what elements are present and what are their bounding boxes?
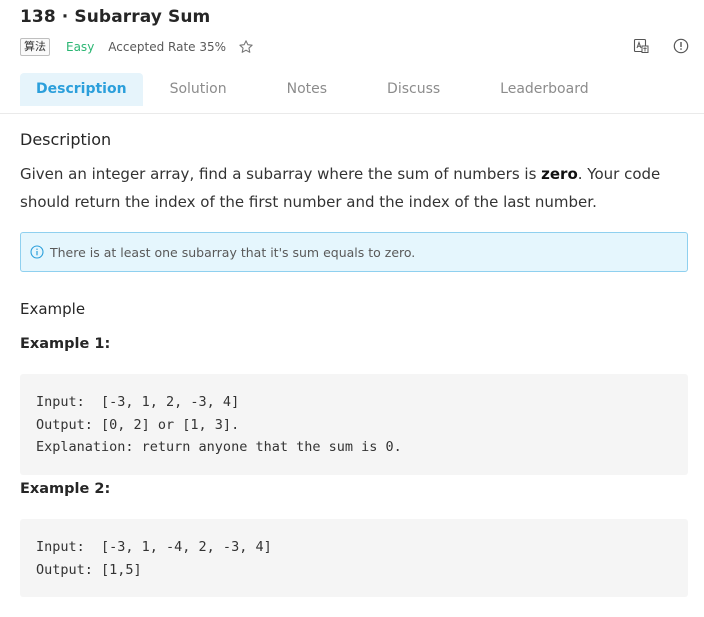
info-icon — [30, 245, 44, 259]
tab-discuss[interactable]: Discuss — [371, 73, 456, 106]
code-line: Explanation: return anyone that the sum … — [36, 439, 402, 455]
description-text-part: Given an integer array, find a subarray … — [20, 165, 542, 183]
example-2-code: Input: [-3, 1, -4, 2, -3, 4] Output: [1,5… — [20, 519, 688, 597]
tab-leaderboard[interactable]: Leaderboard — [484, 73, 604, 106]
star-outline-icon[interactable] — [238, 39, 254, 55]
description-text: Given an integer array, find a subarray … — [20, 160, 688, 216]
example-1-title: Example 1: — [20, 336, 111, 352]
code-line: Input: [-3, 1, -4, 2, -3, 4] — [36, 539, 272, 555]
description-heading: Description — [20, 130, 112, 149]
example-1-code: Input: [-3, 1, 2, -3, 4] Output: [0, 2] o… — [20, 374, 688, 475]
tab-description[interactable]: Description — [20, 73, 143, 106]
example-2-title: Example 2: — [20, 481, 111, 497]
tab-divider — [0, 113, 704, 114]
note-text: There is at least one subarray that it's… — [50, 244, 416, 260]
info-circle-icon[interactable] — [673, 38, 689, 54]
code-line: Output: [0, 2] or [1, 3]. — [36, 416, 240, 433]
translate-icon[interactable] — [633, 38, 649, 54]
code-line: Output: [1,5] — [36, 561, 142, 578]
tab-notes[interactable]: Notes — [271, 73, 343, 106]
category-tag[interactable]: 算法 — [20, 38, 50, 56]
example-heading: Example — [20, 300, 86, 318]
description-bold-word: zero — [541, 165, 578, 183]
difficulty-badge: Easy — [66, 40, 95, 54]
problem-title: 138 · Subarray Sum — [20, 7, 211, 27]
accepted-rate: Accepted Rate 35% — [108, 40, 227, 54]
tab-bar: Description Solution Notes Discuss Leade… — [20, 73, 617, 106]
note-box: There is at least one subarray that it's… — [20, 232, 688, 272]
tab-solution[interactable]: Solution — [154, 73, 243, 106]
problem-meta: 算法 Easy Accepted Rate 35% — [20, 37, 254, 57]
code-line: Input: [-3, 1, 2, -3, 4] — [36, 394, 240, 410]
